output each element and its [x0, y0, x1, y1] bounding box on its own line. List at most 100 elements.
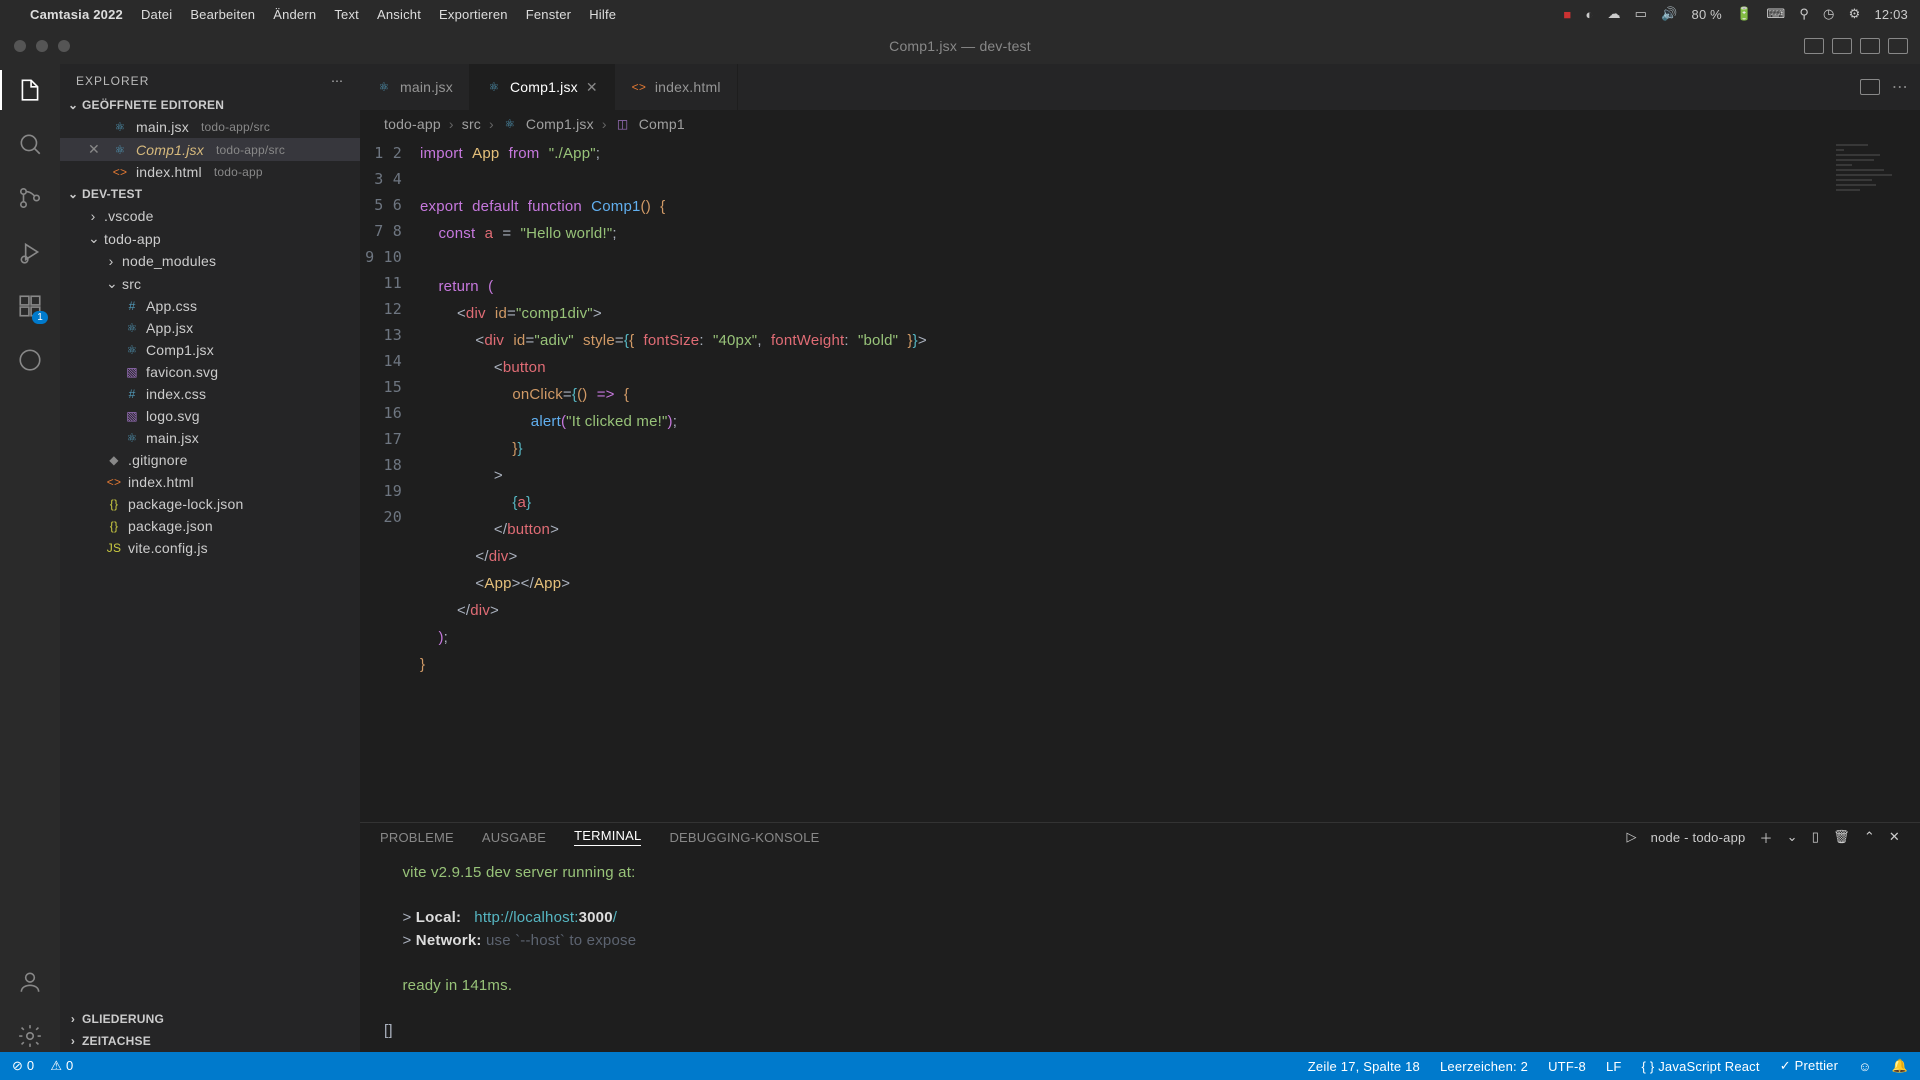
account-button[interactable]: [14, 966, 46, 998]
kill-terminal-icon[interactable]: 🗑: [1833, 829, 1850, 845]
tab-comp1-jsx[interactable]: ⚛Comp1.jsx✕: [470, 64, 615, 110]
close-icon[interactable]: ✕: [88, 141, 104, 158]
panel-maximize-icon[interactable]: ⌃: [1864, 829, 1875, 845]
file-app-jsx[interactable]: ⚛App.jsx: [60, 317, 360, 339]
panel-close-icon[interactable]: ✕: [1889, 829, 1900, 845]
menu-hilfe[interactable]: Hilfe: [589, 7, 616, 22]
file-favicon-svg[interactable]: ▧favicon.svg: [60, 361, 360, 383]
sys-icon-2[interactable]: ☁: [1607, 6, 1620, 22]
file-vite-config[interactable]: JSvite.config.js: [60, 537, 360, 559]
debug-button[interactable]: [14, 236, 46, 268]
status-cursor[interactable]: Zeile 17, Spalte 18: [1308, 1059, 1420, 1074]
status-warnings[interactable]: ⚠ 0: [50, 1058, 73, 1074]
battery-icon[interactable]: 🔋: [1736, 6, 1752, 22]
panel-tab-ausgabe[interactable]: AUSGABE: [482, 830, 546, 845]
folder-src[interactable]: ⌄src: [60, 272, 360, 295]
display-icon[interactable]: ▭: [1635, 6, 1647, 22]
open-editor-item[interactable]: ⚛ main.jsx todo-app/src: [60, 116, 360, 138]
layout-icon-3[interactable]: [1860, 38, 1880, 54]
status-feedback-icon[interactable]: ☺: [1858, 1059, 1871, 1074]
status-eol[interactable]: LF: [1606, 1059, 1622, 1074]
outline-section[interactable]: ›GLIEDERUNG: [60, 1008, 360, 1030]
js-icon: JS: [106, 541, 122, 555]
explorer-more-icon[interactable]: ⋯: [331, 74, 344, 88]
panel-tab-debug[interactable]: DEBUGGING-KONSOLE: [669, 830, 819, 845]
layout-icon-1[interactable]: [1804, 38, 1824, 54]
sys-icon[interactable]: ◐: [1585, 7, 1593, 22]
status-lang[interactable]: { } JavaScript React: [1642, 1059, 1760, 1074]
panel-tab-terminal[interactable]: TERMINAL: [574, 828, 641, 846]
keyboard-icon[interactable]: ⌨: [1766, 6, 1785, 22]
menu-fenster[interactable]: Fenster: [526, 7, 571, 22]
menu-datei[interactable]: Datei: [141, 7, 172, 22]
source-control-button[interactable]: [14, 182, 46, 214]
menu-bearbeiten[interactable]: Bearbeiten: [190, 7, 255, 22]
file-gitignore[interactable]: ◆.gitignore: [60, 449, 360, 471]
folder-node-modules[interactable]: ›node_modules: [60, 250, 360, 272]
project-section[interactable]: ⌄ DEV-TEST: [60, 183, 360, 205]
wifi-icon[interactable]: ⚲: [1799, 6, 1809, 22]
explorer-sidebar: EXPLORER ⋯ ⌄ GEÖFFNETE EDITOREN ⚛ main.j…: [60, 64, 360, 1052]
terminal-process-icon[interactable]: ▷: [1626, 829, 1636, 845]
file-index-html[interactable]: <>index.html: [60, 471, 360, 493]
breadcrumb[interactable]: todo-app› src› ⚛Comp1.jsx› ◫Comp1: [360, 110, 1920, 138]
clock-icon[interactable]: ◷: [1823, 6, 1835, 22]
search-button[interactable]: [14, 128, 46, 160]
clock[interactable]: 12:03: [1874, 7, 1908, 22]
terminal-dropdown-icon[interactable]: ⌄: [1787, 829, 1798, 845]
app-name[interactable]: Camtasia 2022: [30, 7, 123, 22]
close-window-icon[interactable]: [14, 40, 26, 52]
timeline-section[interactable]: ›ZEITACHSE: [60, 1030, 360, 1052]
tab-main-jsx[interactable]: ⚛main.jsx: [360, 64, 470, 110]
new-terminal-icon[interactable]: ＋: [1759, 828, 1772, 847]
layout-icon-2[interactable]: [1832, 38, 1852, 54]
panel-tab-probleme[interactable]: PROBLEME: [380, 830, 454, 845]
folder-todoapp[interactable]: ⌄todo-app: [60, 227, 360, 250]
close-tab-icon[interactable]: ✕: [586, 79, 598, 96]
file-package-json[interactable]: {}package.json: [60, 515, 360, 537]
file-app-css[interactable]: #App.css: [60, 295, 360, 317]
jsx-icon: ⚛: [486, 80, 502, 94]
folder-vscode[interactable]: ›.vscode: [60, 205, 360, 227]
open-editor-item[interactable]: ✕ ⚛ Comp1.jsx todo-app/src: [60, 138, 360, 161]
activity-bar: 1: [0, 64, 60, 1052]
status-bell-icon[interactable]: 🔔: [1892, 1058, 1908, 1074]
maximize-window-icon[interactable]: [58, 40, 70, 52]
file-logo-svg[interactable]: ▧logo.svg: [60, 405, 360, 427]
settings-button[interactable]: [14, 1020, 46, 1052]
file-comp1-jsx[interactable]: ⚛Comp1.jsx: [60, 339, 360, 361]
extra-button[interactable]: [14, 344, 46, 376]
minimize-window-icon[interactable]: [36, 40, 48, 52]
menu-exportieren[interactable]: Exportieren: [439, 7, 508, 22]
status-prettier[interactable]: ✓ Prettier: [1780, 1058, 1838, 1074]
editor-more-icon[interactable]: ⋯: [1892, 77, 1908, 97]
status-encoding[interactable]: UTF-8: [1548, 1059, 1586, 1074]
code-content[interactable]: import App from "./App"; export default …: [420, 138, 1920, 822]
menu-ansicht[interactable]: Ansicht: [377, 7, 421, 22]
menu-aendern[interactable]: Ändern: [273, 7, 316, 22]
explorer-button[interactable]: [14, 74, 46, 106]
split-terminal-icon[interactable]: ▯: [1812, 829, 1819, 845]
tab-index-html[interactable]: <>index.html: [615, 64, 738, 110]
terminal-output[interactable]: vite v2.9.15 dev server running at: > Lo…: [360, 851, 1920, 1052]
menu-text[interactable]: Text: [334, 7, 359, 22]
record-icon[interactable]: ■: [1563, 7, 1571, 22]
file-package-lock[interactable]: {}package-lock.json: [60, 493, 360, 515]
extensions-button[interactable]: 1: [14, 290, 46, 322]
terminal-label[interactable]: node - todo-app: [1651, 830, 1746, 845]
layout-icon-4[interactable]: [1888, 38, 1908, 54]
json-icon: {}: [106, 497, 122, 511]
minimap[interactable]: [1836, 144, 1916, 204]
traffic-lights[interactable]: [0, 40, 70, 52]
code-editor[interactable]: 1 2 3 4 5 6 7 8 9 10 11 12 13 14 15 16 1…: [360, 138, 1920, 822]
open-editors-section[interactable]: ⌄ GEÖFFNETE EDITOREN: [60, 94, 360, 116]
sound-icon[interactable]: 🔊: [1661, 6, 1677, 22]
chevron-down-icon: ⌄: [68, 187, 78, 201]
control-center-icon[interactable]: ⚙: [1849, 6, 1861, 22]
file-main-jsx[interactable]: ⚛main.jsx: [60, 427, 360, 449]
open-editor-item[interactable]: <> index.html todo-app: [60, 161, 360, 183]
status-errors[interactable]: ⊘ 0: [12, 1058, 34, 1074]
split-editor-icon[interactable]: [1860, 79, 1880, 95]
file-index-css[interactable]: #index.css: [60, 383, 360, 405]
status-spaces[interactable]: Leerzeichen: 2: [1440, 1059, 1528, 1074]
